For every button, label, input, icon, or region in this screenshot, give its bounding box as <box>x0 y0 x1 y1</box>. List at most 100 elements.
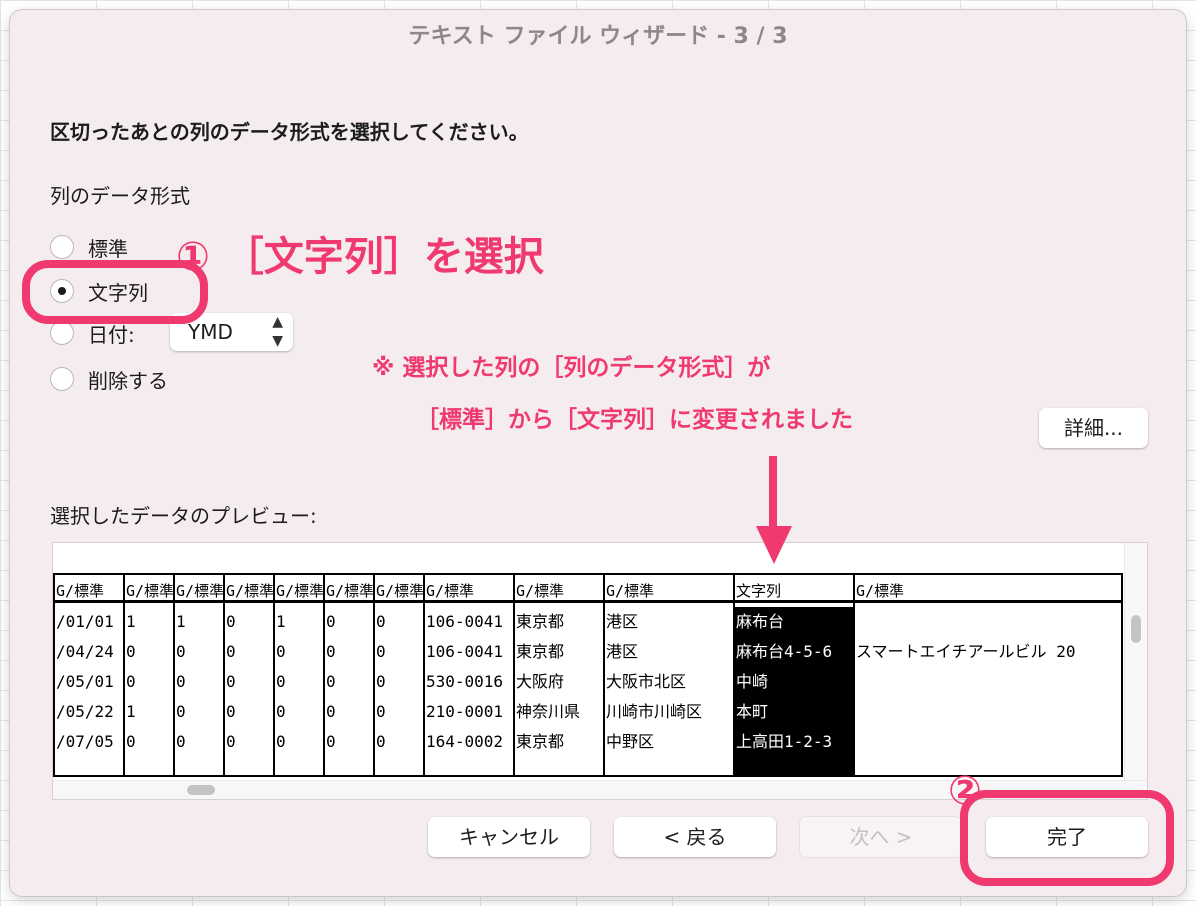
preview-cell: 東京都 <box>516 642 565 661</box>
preview-column[interactable]: G/標準 106-0041 106-0041 530-0016 210-0001 164-… <box>423 573 515 777</box>
preview-cell: 0 <box>126 732 136 751</box>
next-button[interactable]: 次へ > <box>800 817 962 857</box>
vertical-scrollbar-thumb[interactable] <box>1131 615 1141 643</box>
preview-column-header[interactable]: G/標準 <box>325 573 375 603</box>
preview-column-header[interactable]: G/標準 <box>175 573 225 603</box>
preview-cell: 0 <box>226 702 236 721</box>
preview-cell: /04/24 <box>56 642 114 661</box>
preview-cell: /05/22 <box>56 702 114 721</box>
preview-cell: 1 <box>276 612 286 631</box>
preview-column-cells: 麻布台 麻布台4-5-6 中崎 本町 上高田1-2-3 <box>735 607 855 775</box>
preview-column[interactable]: G/標準 港区 港区 大阪市北区 川崎市川崎区 中野区 <box>603 573 735 777</box>
preview-cell: 0 <box>226 732 236 751</box>
preview-cell: 麻布台4-5-6 <box>736 642 833 661</box>
preview-cell: 本町 <box>736 702 769 721</box>
window-title: テキスト ファイル ウィザード - 3 / 3 <box>408 24 788 49</box>
preview-cell: 0 <box>176 642 186 661</box>
preview-cell: 0 <box>276 732 286 751</box>
radio-label: 削除する <box>88 368 168 393</box>
preview-cell: 1 <box>126 702 136 721</box>
highlight-finish-button <box>960 790 1174 886</box>
preview-cell: /01/01 <box>56 612 114 631</box>
preview-cell: 0 <box>226 642 236 661</box>
preview-column-cells: 東京都 東京都 大阪府 神奈川県 東京都 <box>515 607 605 775</box>
preview-cell: /07/05 <box>56 732 114 751</box>
preview-cell: スマートエイチアールビル 20 <box>856 642 1076 661</box>
radio-label: 標準 <box>88 236 128 261</box>
preview-column-cells: 0 0 0 0 0 <box>375 607 425 775</box>
preview-column-header[interactable]: G/標準 <box>605 573 735 603</box>
preview-column[interactable]: G/標準 0 0 0 0 0 <box>323 573 375 777</box>
chevron-up-down-icon: ▲ ▼ <box>272 314 283 349</box>
radio-circle[interactable] <box>50 367 74 391</box>
preview-column[interactable]: G/標準 0 0 0 0 0 <box>223 573 275 777</box>
preview-column[interactable]: 文字列 麻布台 麻布台4-5-6 中崎 本町 上高田1-2-3 <box>733 573 855 777</box>
instruction-text: 区切ったあとの列のデータ形式を選択してください。 <box>50 120 529 144</box>
preview-column-header[interactable]: G/標準 <box>225 573 275 603</box>
preview-cell: 0 <box>176 672 186 691</box>
preview-cell: 0 <box>276 672 286 691</box>
preview-cell: 大阪市北区 <box>606 672 687 691</box>
preview-cell: 0 <box>326 612 336 631</box>
preview-cell: 0 <box>326 672 336 691</box>
annotation-note-line2: ［標準］から［文字列］に変更されました <box>416 407 853 433</box>
preview-column-cells: 1 0 0 1 0 <box>125 607 175 775</box>
preview-column-header[interactable]: G/標準 <box>515 573 605 603</box>
radio-circle[interactable] <box>50 321 74 345</box>
preview-cell: 0 <box>126 642 136 661</box>
preview-column-cells: /01/01/04/24/05/01/05/22/07/05 <box>55 607 125 775</box>
back-button[interactable]: < 戻る <box>614 817 776 857</box>
preview-column[interactable]: G/標準 1 0 0 1 0 <box>123 573 175 777</box>
radio-general[interactable]: 標準 <box>50 232 128 262</box>
preview-column[interactable]: G/標準 0 0 0 0 0 <box>373 573 425 777</box>
preview-column-header[interactable]: G/標準 <box>375 573 425 603</box>
preview-column-cells: スマートエイチアールビル 20 <box>855 607 1121 775</box>
radio-skip[interactable]: 削除する <box>50 364 168 394</box>
preview-cell: 0 <box>226 672 236 691</box>
preview-cell: 164-0002 <box>426 732 504 751</box>
advanced-button[interactable]: 詳細... <box>1039 408 1148 448</box>
preview-cell: 麻布台 <box>736 612 785 631</box>
preview-column-header[interactable]: G/標準 <box>275 573 325 603</box>
cancel-button[interactable]: キャンセル <box>428 817 590 857</box>
annotation-step1: ① ［文字列］を選択 <box>176 234 544 280</box>
preview-column[interactable]: G/標準 東京都 東京都 大阪府 神奈川県 東京都 <box>513 573 605 777</box>
preview-cell: 東京都 <box>516 612 565 631</box>
date-format-value: YMD <box>188 320 233 344</box>
preview-cell: 0 <box>176 702 186 721</box>
preview-cell: 0 <box>126 672 136 691</box>
preview-cell: 530-0016 <box>426 672 504 691</box>
preview-cell: 中野区 <box>606 732 655 751</box>
preview-column-header[interactable]: G/標準 <box>55 573 125 603</box>
preview-cell: 中崎 <box>736 672 769 691</box>
data-preview[interactable]: G/標準/01/01/04/24/05/01/05/22/07/05 G/標準 1 0… <box>52 542 1148 800</box>
preview-column[interactable]: G/標準 1 0 0 0 0 <box>173 573 225 777</box>
preview-column-header[interactable]: G/標準 <box>125 573 175 603</box>
radio-circle[interactable] <box>50 235 74 259</box>
horizontal-scrollbar-thumb[interactable] <box>187 785 215 795</box>
preview-column-cells: 1 0 0 0 0 <box>275 607 325 775</box>
preview-cell: 川崎市川崎区 <box>606 702 703 721</box>
vertical-scrollbar-track[interactable] <box>1124 543 1147 799</box>
preview-cell: 0 <box>326 732 336 751</box>
preview-column-header[interactable]: 文字列 <box>735 573 855 603</box>
preview-column[interactable]: G/標準スマートエイチアールビル 20 <box>853 573 1123 777</box>
preview-column[interactable]: G/標準/01/01/04/24/05/01/05/22/07/05 <box>53 573 125 777</box>
preview-cell: 210-0001 <box>426 702 504 721</box>
preview-label: 選択したデータのプレビュー: <box>50 504 317 528</box>
preview-grid: G/標準/01/01/04/24/05/01/05/22/07/05 G/標準 1 0… <box>53 573 1123 777</box>
annotation-note-line1: ※ 選択した列の［列のデータ形式］が <box>372 355 771 381</box>
preview-column[interactable]: G/標準 1 0 0 0 0 <box>273 573 325 777</box>
preview-cell: 神奈川県 <box>516 702 581 721</box>
preview-cell: 106-0041 <box>426 642 504 661</box>
preview-column-cells: 106-0041 106-0041 530-0016 210-0001 164-0002 <box>425 607 515 775</box>
preview-column-cells: 0 0 0 0 0 <box>325 607 375 775</box>
preview-column-header[interactable]: G/標準 <box>425 573 515 603</box>
preview-cell: 0 <box>276 702 286 721</box>
arrow-down-icon <box>756 456 792 564</box>
preview-cell: 港区 <box>606 642 639 661</box>
preview-column-header[interactable]: G/標準 <box>855 573 1121 603</box>
preview-cell: 106-0041 <box>426 612 504 631</box>
preview-cell: 0 <box>376 702 386 721</box>
preview-cell: 港区 <box>606 612 639 631</box>
